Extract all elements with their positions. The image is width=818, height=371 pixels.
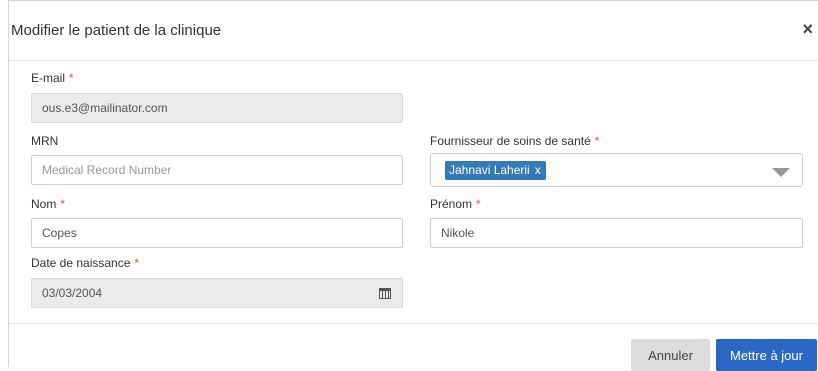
last-name-label-text: Nom: [31, 197, 57, 211]
required-mark: *: [134, 256, 140, 270]
modal-title: Modifier le patient de la clinique: [11, 22, 222, 39]
dob-field[interactable]: [31, 278, 403, 308]
email-field[interactable]: [31, 93, 403, 123]
mrn-input[interactable]: [31, 155, 403, 185]
required-mark: *: [476, 197, 481, 211]
dob-label-text: Date de naissance: [31, 256, 131, 270]
cancel-button[interactable]: Annuler: [631, 339, 710, 371]
close-icon[interactable]: ×: [802, 20, 813, 38]
mrn-label-text: MRN: [31, 134, 59, 148]
provider-select[interactable]: Jahnavi Laherii x: [430, 153, 803, 187]
first-name-label: Prénom *: [430, 197, 481, 211]
provider-label: Fournisseur de soins de santé *: [430, 134, 599, 148]
footer-divider: [9, 323, 818, 324]
email-label-text: E-mail: [31, 71, 66, 85]
required-mark: *: [69, 71, 74, 85]
provider-label-text: Fournisseur de soins de santé: [430, 134, 591, 148]
dob-label: Date de naissance *: [31, 256, 139, 270]
modal-header: Modifier le patient de la clinique ×: [9, 1, 818, 61]
last-name-input[interactable]: [31, 218, 403, 248]
first-name-label-text: Prénom: [430, 197, 473, 211]
first-name-input[interactable]: [430, 218, 803, 248]
calendar-icon: [379, 287, 391, 299]
mrn-label: MRN: [31, 134, 58, 148]
chevron-down-icon[interactable]: [772, 168, 790, 177]
edit-patient-modal: Modifier le patient de la clinique × E-m…: [8, 0, 818, 371]
update-button[interactable]: Mettre à jour: [716, 339, 817, 371]
last-name-label: Nom *: [31, 197, 65, 211]
email-label: E-mail *: [31, 71, 74, 85]
required-mark: *: [594, 134, 600, 148]
provider-tag: Jahnavi Laherii x: [445, 161, 546, 180]
required-mark: *: [60, 197, 66, 211]
remove-tag-icon[interactable]: x: [535, 163, 541, 177]
provider-tag-label: Jahnavi Laherii: [449, 163, 530, 177]
calendar-button[interactable]: [368, 277, 402, 309]
